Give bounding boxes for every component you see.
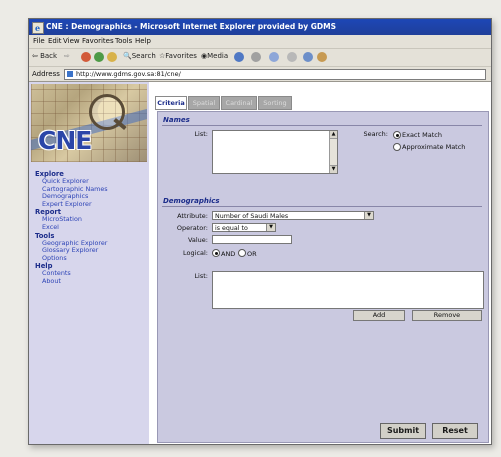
names-section-title: Names: [163, 116, 190, 124]
menu-edit[interactable]: Edit: [48, 37, 62, 45]
address-url: http://www.gdms.gov.sa:81/cne/: [76, 70, 181, 78]
ie-logo-icon: e: [32, 22, 44, 34]
title-bar: e CNE : Demographics - Microsoft Interne…: [29, 19, 491, 35]
criteria-list[interactable]: [212, 271, 484, 309]
attribute-label: Attribute:: [177, 212, 208, 220]
or-label: OR: [247, 250, 257, 258]
demographics-section-title: Demographics: [163, 197, 220, 205]
names-list[interactable]: ▲ ▼: [212, 130, 338, 174]
attribute-select[interactable]: Number of Saudi Males ▼: [212, 211, 374, 220]
criteria-panel: Names List: ▲ ▼ Search: Exact Match Appr…: [157, 111, 489, 443]
mail-icon[interactable]: [251, 52, 261, 62]
nav-excel[interactable]: Excel: [35, 223, 147, 232]
logical-label: Logical:: [183, 249, 208, 257]
value-input[interactable]: [212, 235, 292, 244]
and-radio[interactable]: [212, 249, 220, 257]
add-button[interactable]: Add: [353, 310, 405, 321]
page-content: CNE Explore Quick Explorer Cartographic …: [29, 82, 491, 444]
names-divider: [162, 125, 482, 126]
print-icon[interactable]: [269, 52, 279, 62]
tab-criteria[interactable]: Criteria: [155, 96, 187, 110]
exact-match-radio[interactable]: [393, 131, 401, 139]
operator-value: is equal to: [215, 225, 248, 232]
toolbar: ⇦ Back ⇨ 🔍Search ☆Favorites ◉Media: [29, 49, 491, 67]
names-list-scrollbar[interactable]: ▲ ▼: [329, 131, 337, 173]
address-label: Address: [32, 70, 60, 78]
demographics-divider: [162, 206, 482, 207]
scroll-up-icon[interactable]: ▲: [330, 131, 337, 139]
cne-logo: CNE: [31, 84, 147, 162]
home-icon[interactable]: [107, 52, 117, 62]
address-bar: Address http://www.gdms.gov.sa:81/cne/: [29, 67, 491, 82]
menu-file[interactable]: File: [33, 37, 45, 45]
nav-about[interactable]: About: [35, 277, 147, 286]
browser-window: e CNE : Demographics - Microsoft Interne…: [28, 18, 492, 445]
page-icon: [67, 71, 73, 77]
attribute-value: Number of Saudi Males: [215, 213, 289, 220]
search-mode-label: Search:: [363, 130, 388, 138]
value-label: Value:: [187, 236, 208, 244]
exact-match-label: Exact Match: [402, 131, 442, 139]
submit-button[interactable]: Submit: [380, 423, 426, 439]
refresh-icon[interactable]: [94, 52, 104, 62]
reset-button[interactable]: Reset: [432, 423, 478, 439]
nav-options[interactable]: Options: [35, 254, 147, 263]
history-icon[interactable]: [234, 52, 244, 62]
menu-bar: File Edit View Favorites Tools Help: [29, 35, 491, 49]
operator-label: Operator:: [176, 224, 208, 232]
operator-select[interactable]: is equal to ▼: [212, 223, 276, 232]
media-button[interactable]: ◉Media: [201, 52, 228, 60]
approximate-match-label: Approximate Match: [402, 143, 466, 151]
media-label: Media: [207, 52, 229, 60]
scroll-down-icon[interactable]: ▼: [330, 165, 337, 173]
menu-help[interactable]: Help: [135, 37, 151, 45]
main-area: Criteria Spatial Cardinal Sorting Names …: [149, 82, 491, 444]
nav-expert-explorer[interactable]: Expert Explorer: [35, 200, 147, 209]
criteria-list-label: List:: [194, 272, 208, 280]
search-label: Search: [131, 52, 156, 60]
menu-favorites[interactable]: Favorites: [82, 37, 114, 45]
favorites-label: Favorites: [165, 52, 197, 60]
and-label: AND: [221, 250, 236, 258]
or-radio[interactable]: [238, 249, 246, 257]
forward-arrow-icon[interactable]: ⇨: [64, 52, 70, 60]
remove-button[interactable]: Remove: [412, 310, 482, 321]
messenger-icon[interactable]: [317, 52, 327, 62]
address-input[interactable]: http://www.gdms.gov.sa:81/cne/: [64, 69, 486, 80]
tab-sorting[interactable]: Sorting: [258, 96, 292, 110]
menu-view[interactable]: View: [63, 37, 80, 45]
edit-icon[interactable]: [287, 52, 297, 62]
logo-text: CNE: [38, 126, 92, 155]
approximate-match-radio[interactable]: [393, 143, 401, 151]
menu-tools[interactable]: Tools: [115, 37, 132, 45]
sidebar: CNE Explore Quick Explorer Cartographic …: [29, 82, 149, 444]
names-list-label: List:: [194, 130, 208, 138]
sidebar-nav: Explore Quick Explorer Cartographic Name…: [35, 170, 147, 286]
back-label: Back: [40, 52, 58, 60]
chevron-down-icon[interactable]: ▼: [266, 224, 275, 231]
chevron-down-icon[interactable]: ▼: [364, 212, 373, 219]
tab-cardinal[interactable]: Cardinal: [221, 96, 257, 110]
tab-spatial[interactable]: Spatial: [188, 96, 220, 110]
discuss-icon[interactable]: [303, 52, 313, 62]
window-title: CNE : Demographics - Microsoft Internet …: [46, 22, 336, 31]
stop-icon[interactable]: [81, 52, 91, 62]
search-button[interactable]: 🔍Search: [123, 52, 156, 60]
back-button[interactable]: ⇦ Back: [32, 52, 57, 60]
favorites-button[interactable]: ☆Favorites: [159, 52, 197, 60]
